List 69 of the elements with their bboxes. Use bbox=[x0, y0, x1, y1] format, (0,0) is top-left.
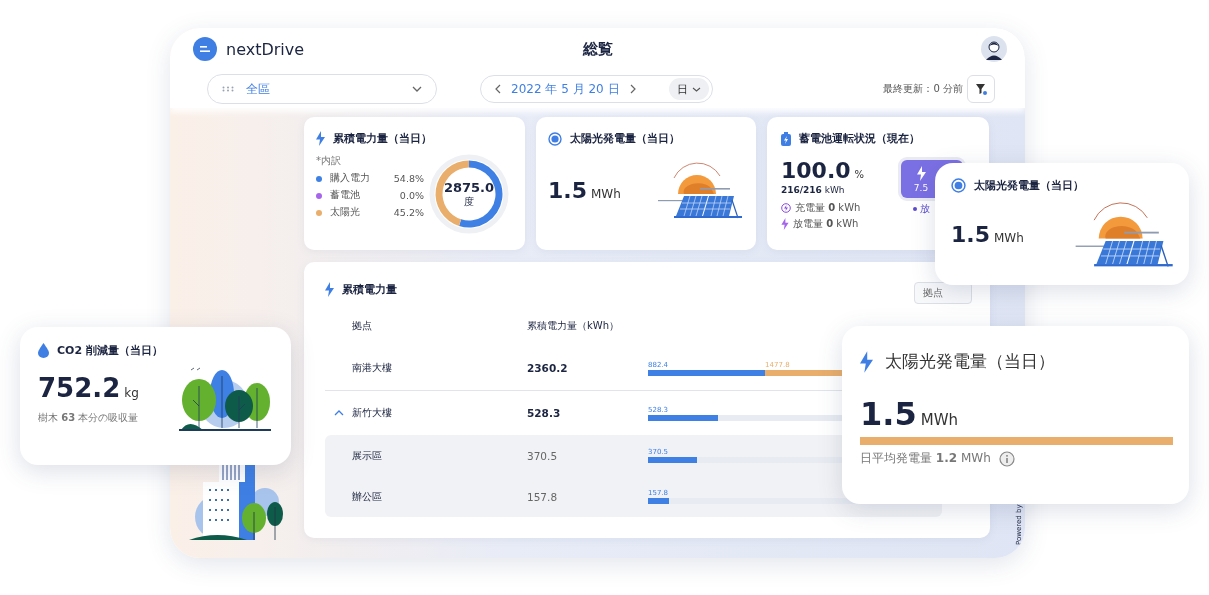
card-title: 累積電力量（当日） bbox=[333, 131, 432, 146]
solar-unit: MWh bbox=[920, 411, 958, 429]
logo-icon bbox=[193, 37, 217, 61]
charge-icon bbox=[781, 203, 791, 213]
column-header: 累積電力量（kWh） bbox=[527, 319, 621, 333]
battery-stat: 充電量 0 kWh bbox=[795, 201, 861, 215]
breakdown-label: *内訳 bbox=[316, 154, 342, 168]
period-select[interactable]: 日 bbox=[669, 78, 709, 100]
solar-value: 1.5 bbox=[548, 177, 587, 203]
site-value: 2360.2 bbox=[527, 362, 569, 374]
solar-value: 1.5 bbox=[951, 221, 990, 247]
average-text: 日平均発電量 1.2 MWh bbox=[860, 450, 991, 467]
lightning-icon bbox=[325, 281, 334, 297]
avatar-icon[interactable] bbox=[981, 36, 1007, 62]
grid-icon bbox=[222, 86, 234, 92]
co2-value: 752.2 bbox=[38, 373, 121, 403]
date-text: 2022 年 5 月 20 日 bbox=[511, 80, 620, 98]
status-text: 放 bbox=[913, 202, 930, 216]
lightning-icon bbox=[860, 350, 873, 373]
next-icon[interactable] bbox=[629, 84, 636, 94]
expand-toggle-icon[interactable] bbox=[333, 410, 344, 416]
solar-unit: MWh bbox=[994, 230, 1024, 245]
area-select[interactable]: 全區 bbox=[207, 74, 437, 104]
card-title: 蓄電池運転状況（現在） bbox=[799, 131, 920, 146]
co2-unit: kg bbox=[124, 386, 139, 400]
site-name: 新竹大樓 bbox=[352, 406, 393, 420]
charge-unit: % bbox=[854, 169, 865, 180]
column-header: 拠点 bbox=[352, 319, 373, 333]
lightning-icon bbox=[781, 218, 789, 230]
legend-percent: 54.8% bbox=[392, 173, 424, 184]
card-title: 累積電力量 bbox=[342, 281, 397, 297]
site-name: 展示區 bbox=[352, 448, 383, 463]
solar-value: 1.5 bbox=[860, 395, 917, 433]
lightning-icon bbox=[316, 131, 325, 146]
legend-percent: 0.0% bbox=[398, 190, 424, 201]
legend-percent: 45.2% bbox=[392, 207, 424, 218]
site-filter-button[interactable]: 拠点 bbox=[914, 282, 972, 304]
filter-icon bbox=[975, 83, 987, 95]
solar-unit: MWh bbox=[591, 186, 621, 201]
caret-icon bbox=[692, 86, 701, 92]
legend-label: 太陽光 bbox=[330, 206, 361, 219]
card-title: 太陽光発電量（当日） bbox=[570, 131, 680, 146]
site-name: 南港大樓 bbox=[352, 361, 393, 375]
filter-button[interactable] bbox=[967, 75, 995, 103]
last-updated-text: 最終更新：0 分前 bbox=[883, 82, 963, 96]
charge-value: 100.0 bbox=[781, 158, 851, 183]
card-title: 太陽光発電量（当日） bbox=[974, 178, 1084, 193]
site-value: 157.8 bbox=[527, 490, 559, 503]
target-icon bbox=[951, 178, 966, 193]
previous-icon[interactable] bbox=[495, 84, 501, 94]
logo-text: nextDrive bbox=[226, 39, 305, 59]
total-unit: 度 bbox=[464, 194, 474, 209]
battery-stat: 放電量 0 kWh bbox=[793, 217, 859, 231]
target-icon bbox=[548, 131, 562, 146]
card-title: CO2 削減量（当日） bbox=[57, 343, 163, 358]
capacity-text: 216/216 kWh bbox=[781, 185, 846, 195]
info-icon[interactable] bbox=[998, 450, 1015, 467]
page-title: 総覧 bbox=[582, 39, 613, 59]
chevron-down-icon bbox=[412, 86, 422, 92]
site-name: 辦公區 bbox=[352, 489, 383, 504]
card-title: 太陽光発電量（当日） bbox=[885, 350, 1055, 373]
legend-label: 蓄電池 bbox=[330, 189, 361, 202]
site-value: 370.5 bbox=[527, 449, 559, 462]
site-value: 528.3 bbox=[527, 407, 562, 419]
co2-note: 樹木 63 本分の吸収量 bbox=[38, 411, 139, 425]
battery-icon bbox=[781, 131, 791, 146]
legend-label: 購入電力 bbox=[330, 172, 371, 185]
drop-icon bbox=[38, 343, 49, 358]
total-value: 2875.0 bbox=[443, 179, 495, 195]
